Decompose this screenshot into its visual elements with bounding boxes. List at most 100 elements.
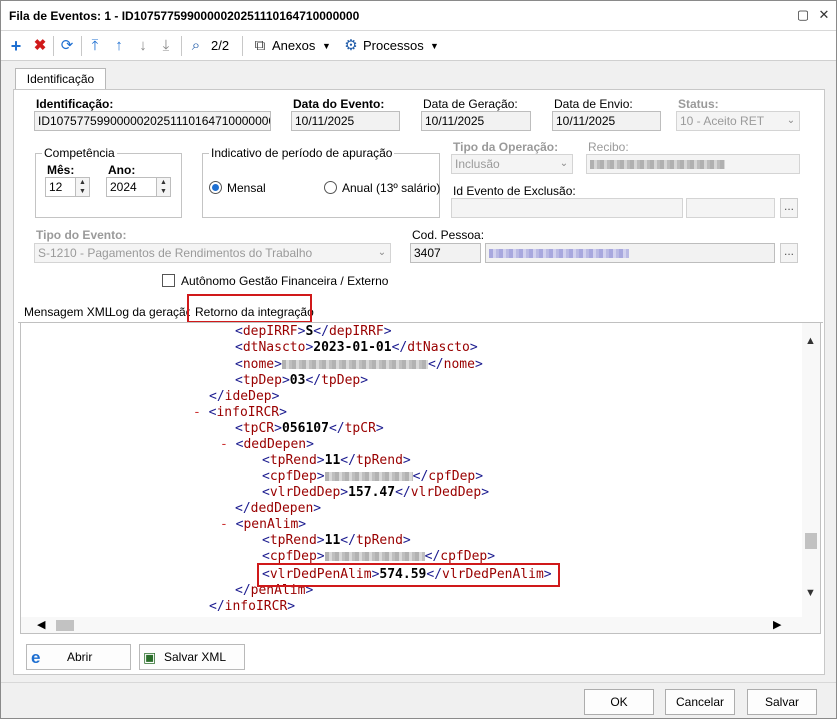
- xml-line: <depIRRF>S</depIRRF>: [235, 324, 392, 339]
- tab-highlight-box: [187, 294, 312, 323]
- chevron-down-icon: ⌄: [377, 247, 387, 258]
- monthly-label: Mensal: [227, 181, 266, 195]
- first-record-icon[interactable]: ⤒: [87, 35, 103, 57]
- xml-line: - <penAlim>: [220, 517, 307, 532]
- scroll-right-icon[interactable]: ▶: [773, 618, 781, 631]
- spinner-icon[interactable]: ▲ ▼: [75, 178, 89, 196]
- refresh-icon[interactable]: ⟳: [58, 35, 76, 57]
- vertical-scrollbar[interactable]: ▲ ▼: [802, 323, 820, 617]
- event-type-select[interactable]: S-1210 - Pagamentos de Rendimentos do Tr…: [34, 243, 391, 263]
- value-highlight-box: [257, 563, 560, 587]
- chevron-down-icon: ⌄: [559, 158, 569, 169]
- person-code-field[interactable]: 3407: [410, 243, 481, 263]
- operation-type-select[interactable]: Inclusão ⌄: [451, 154, 573, 174]
- receipt-label: Recibo:: [588, 140, 629, 154]
- toolbar-separator: [242, 36, 243, 56]
- person-lookup-button[interactable]: ...: [780, 243, 798, 263]
- ok-button[interactable]: OK: [584, 689, 654, 715]
- exclusion-lookup-button[interactable]: ...: [780, 198, 798, 218]
- hscrollbar-thumb[interactable]: [56, 620, 74, 631]
- paperclip-icon[interactable]: ⧉: [253, 35, 267, 57]
- status-select[interactable]: 10 - Aceito RET ⌄: [676, 111, 800, 131]
- xml-line: <dtNascto>2023-01-01</dtNascto>: [235, 340, 478, 355]
- period-indicator-title: Indicativo de período de apuração: [209, 146, 395, 160]
- xml-line: <vlrDedDep>157.47</vlrDedDep>: [262, 485, 490, 500]
- exclusion-id-label: Id Evento de Exclusão:: [453, 184, 576, 198]
- browser-icon: e: [31, 648, 41, 667]
- exclusion-id-extra-field[interactable]: [686, 198, 775, 218]
- tab-identification[interactable]: Identificação: [15, 68, 106, 90]
- generation-date-field[interactable]: 10/11/2025: [421, 111, 531, 131]
- year-stepper[interactable]: 2024 ▲ ▼: [106, 177, 171, 197]
- event-type-value: S-1210 - Pagamentos de Rendimentos do Tr…: [38, 246, 313, 260]
- previous-record-icon[interactable]: ↑: [111, 35, 127, 57]
- tab-generation-log[interactable]: Log da geração: [104, 301, 197, 323]
- exclusion-id-field[interactable]: [451, 198, 683, 218]
- receipt-field[interactable]: [586, 154, 800, 174]
- event-date-field[interactable]: 10/11/2025: [291, 111, 400, 131]
- event-type-label: Tipo do Evento:: [36, 228, 127, 242]
- operation-type-value: Inclusão: [455, 157, 500, 171]
- scroll-up-icon[interactable]: ▲: [805, 335, 816, 347]
- horizontal-scrollbar[interactable]: ◀ ▶: [20, 617, 821, 634]
- collapse-toggle[interactable]: -: [220, 437, 228, 452]
- cancel-button[interactable]: Cancelar: [665, 689, 735, 715]
- scroll-down-icon[interactable]: ▼: [805, 587, 816, 599]
- year-label: Ano:: [108, 163, 136, 177]
- xml-line: </infoIRCR>: [209, 599, 296, 614]
- annual-radio[interactable]: [324, 181, 337, 194]
- toolbar-separator: [53, 36, 54, 56]
- collapse-toggle[interactable]: -: [220, 517, 228, 532]
- tab-xml-message[interactable]: Mensagem XML: [19, 301, 116, 323]
- spinner-icon[interactable]: ▲ ▼: [156, 178, 170, 196]
- save-xml-button-label: Salvar XML: [164, 650, 227, 664]
- footer-divider: [1, 682, 836, 683]
- xml-line: <nome> </nome>: [235, 357, 483, 372]
- generation-date-label: Data de Geração:: [423, 97, 518, 111]
- send-date-label: Data de Envio:: [554, 97, 633, 111]
- person-name-field[interactable]: [485, 243, 775, 263]
- xml-line: <tpCR>056107</tpCR>: [235, 421, 384, 436]
- close-icon[interactable]: ✕: [815, 7, 833, 25]
- autonomous-label: Autônomo Gestão Financeira / Externo: [181, 274, 389, 288]
- status-label: Status:: [678, 97, 719, 111]
- delete-icon[interactable]: ✖: [31, 35, 49, 57]
- processes-menu[interactable]: Processos: [363, 35, 424, 57]
- save-icon: ▣: [143, 649, 157, 665]
- save-button[interactable]: Salvar: [747, 689, 817, 715]
- chevron-down-icon: ⌄: [786, 115, 796, 126]
- page-indicator: 2/2: [211, 38, 230, 53]
- collapse-toggle[interactable]: -: [193, 405, 201, 420]
- autonomous-checkbox[interactable]: [162, 274, 175, 287]
- person-code-label: Cod. Pessoa:: [412, 228, 485, 242]
- maximize-icon[interactable]: ▢: [794, 7, 812, 25]
- xml-line: - <infoIRCR>: [193, 405, 287, 420]
- attachments-menu[interactable]: Anexos: [272, 35, 315, 57]
- next-record-icon[interactable]: ↓: [135, 35, 151, 57]
- gear-icon[interactable]: ⚙: [343, 35, 359, 57]
- scroll-left-icon[interactable]: ◀: [37, 618, 45, 631]
- add-icon[interactable]: +: [7, 35, 25, 57]
- status-value: 10 - Aceito RET: [680, 114, 765, 128]
- toolbar: + ✖ ⟳ ⤒ ↑ ↓ ⤓ ⌕ 2/2 ⧉ Anexos ▼ ⚙ Process…: [1, 31, 836, 61]
- identification-field[interactable]: ID1075775990000020251110164710000000: [34, 111, 271, 131]
- operation-type-label: Tipo da Operação:: [453, 140, 559, 154]
- xml-line: <tpDep>03</tpDep>: [235, 373, 369, 388]
- last-record-icon[interactable]: ⤓: [158, 35, 174, 57]
- month-stepper[interactable]: 12 ▲ ▼: [45, 177, 90, 197]
- monthly-radio[interactable]: [209, 181, 222, 194]
- open-button[interactable]: e Abrir: [26, 644, 131, 670]
- annual-label: Anual (13º salário): [342, 181, 441, 195]
- chevron-down-icon[interactable]: ▼: [322, 35, 331, 57]
- save-xml-button[interactable]: ▣ Salvar XML: [139, 644, 245, 670]
- toolbar-separator: [181, 36, 182, 56]
- redacted-person-name: [489, 249, 629, 259]
- redacted-cpf: [324, 552, 425, 561]
- search-icon[interactable]: ⌕: [187, 35, 205, 57]
- xml-line: <tpRend>11</tpRend>: [262, 453, 411, 468]
- dialog-window: Fila de Eventos: 1 - ID10757759900000202…: [0, 0, 837, 719]
- scrollbar-thumb[interactable]: [805, 533, 817, 549]
- chevron-down-icon[interactable]: ▼: [430, 35, 439, 57]
- send-date-field[interactable]: 10/11/2025: [552, 111, 661, 131]
- xml-line: - <dedDepen>: [220, 437, 314, 452]
